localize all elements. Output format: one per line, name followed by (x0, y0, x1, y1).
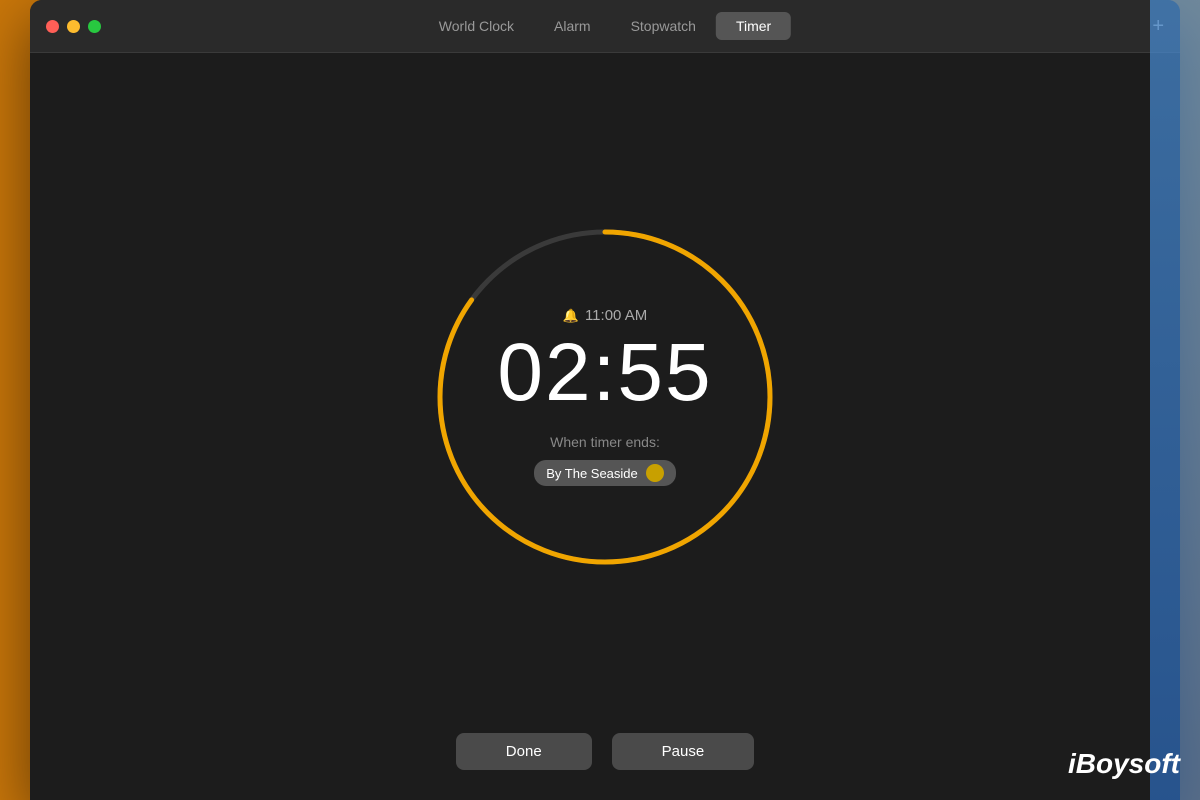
watermark: iBoysoft (1068, 748, 1180, 780)
bottom-buttons: Done Pause (456, 733, 754, 770)
watermark-text: i (1068, 748, 1076, 779)
sound-badge[interactable]: By The Seaside (534, 460, 676, 486)
tab-bar: World Clock Alarm Stopwatch Timer (419, 12, 791, 40)
timer-inner: 🔔 11:00 AM 02:55 When timer ends: By The… (425, 217, 785, 577)
tab-alarm[interactable]: Alarm (534, 12, 611, 40)
tab-stopwatch[interactable]: Stopwatch (611, 12, 716, 40)
right-background-panel (1150, 0, 1200, 800)
timer-container: 🔔 11:00 AM 02:55 When timer ends: By The… (425, 217, 785, 577)
main-content: 🔔 11:00 AM 02:55 When timer ends: By The… (30, 53, 1180, 800)
watermark-brand: Boysoft (1076, 748, 1180, 779)
when-timer-ends-label: When timer ends: (550, 434, 660, 450)
alarm-time: 🔔 11:00 AM (563, 307, 647, 324)
traffic-lights (46, 20, 101, 33)
bell-icon: 🔔 (563, 308, 579, 324)
app-window: World Clock Alarm Stopwatch Timer + 🔔 11… (30, 0, 1180, 800)
minimize-button[interactable] (67, 20, 80, 33)
done-button[interactable]: Done (456, 733, 592, 770)
titlebar: World Clock Alarm Stopwatch Timer + (30, 0, 1180, 53)
tab-world-clock[interactable]: World Clock (419, 12, 534, 40)
timer-display: 02:55 (497, 332, 712, 414)
tab-timer[interactable]: Timer (716, 12, 791, 40)
sound-icon (646, 464, 664, 482)
maximize-button[interactable] (88, 20, 101, 33)
close-button[interactable] (46, 20, 59, 33)
alarm-time-value: 11:00 AM (585, 307, 647, 324)
pause-button[interactable]: Pause (612, 733, 755, 770)
sound-name: By The Seaside (546, 466, 638, 481)
